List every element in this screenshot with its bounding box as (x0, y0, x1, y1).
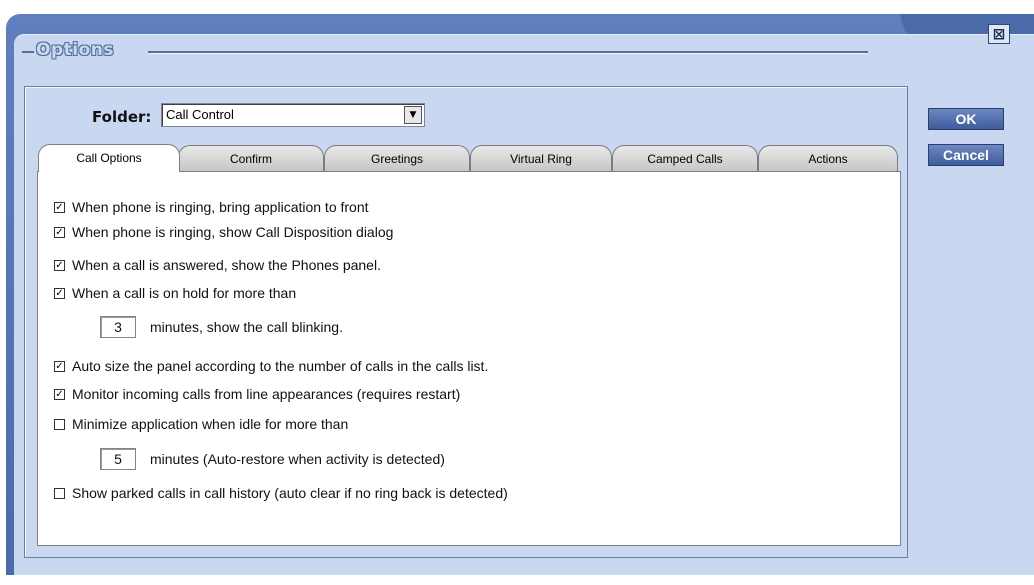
window-bottom-edge (0, 575, 1034, 585)
hold-minutes-input[interactable]: 3 (100, 316, 136, 338)
ring-bring-front-label: When phone is ringing, bring application… (72, 199, 369, 215)
tab-virtual-ring[interactable]: Virtual Ring (470, 145, 612, 171)
tab-camped-calls[interactable]: Camped Calls (612, 145, 758, 171)
option-ring-bring-front[interactable]: ✓ When phone is ringing, bring applicati… (54, 199, 369, 215)
close-button[interactable]: ⊠ (988, 24, 1010, 44)
idle-minutes-label: minutes (Auto-restore when activity is d… (150, 451, 445, 467)
option-monitor-incoming[interactable]: ✓ Monitor incoming calls from line appea… (54, 386, 460, 402)
answered-show-phones-checkbox[interactable]: ✓ (54, 259, 65, 271)
show-parked-label: Show parked calls in call history (auto … (72, 485, 508, 501)
ring-show-disposition-label: When phone is ringing, show Call Disposi… (72, 224, 394, 240)
folder-select[interactable]: Call Control ▼ (161, 103, 425, 127)
idle-minutes-input[interactable]: 5 (100, 448, 136, 470)
hold-more-than-checkbox[interactable]: ✓ (54, 287, 65, 299)
folder-label: Folder: (92, 108, 152, 126)
option-show-parked[interactable]: Show parked calls in call history (auto … (54, 485, 508, 501)
auto-size-label: Auto size the panel according to the num… (72, 358, 489, 374)
tab-greetings[interactable]: Greetings (324, 145, 470, 171)
show-parked-checkbox[interactable] (54, 487, 65, 499)
hold-minutes-row: 3 minutes, show the call blinking. (100, 316, 343, 338)
cancel-button[interactable]: Cancel (928, 144, 1004, 166)
monitor-incoming-label: Monitor incoming calls from line appeara… (72, 386, 461, 402)
ring-show-disposition-checkbox[interactable]: ✓ (54, 226, 65, 238)
hold-minutes-label: minutes, show the call blinking. (150, 319, 343, 335)
ok-button[interactable]: OK (928, 108, 1004, 130)
tab-actions[interactable]: Actions (758, 145, 898, 171)
window-title: Options (36, 40, 114, 60)
option-ring-show-disposition[interactable]: ✓ When phone is ringing, show Call Dispo… (54, 224, 393, 240)
option-auto-size[interactable]: ✓ Auto size the panel according to the n… (54, 358, 488, 374)
title-rule (148, 51, 868, 54)
chevron-down-icon[interactable]: ▼ (404, 106, 422, 124)
hold-more-than-label: When a call is on hold for more than (72, 285, 297, 301)
call-options-panel: ✓ When phone is ringing, bring applicati… (37, 171, 901, 546)
minimize-idle-label: Minimize application when idle for more … (72, 416, 349, 432)
title-dash (22, 51, 34, 53)
answered-show-phones-label: When a call is answered, show the Phones… (72, 257, 381, 273)
tab-call-options[interactable]: Call Options (38, 144, 180, 172)
option-answered-show-phones[interactable]: ✓ When a call is answered, show the Phon… (54, 257, 381, 273)
ring-bring-front-checkbox[interactable]: ✓ (54, 201, 65, 213)
folder-select-value: Call Control (166, 107, 234, 122)
idle-minutes-row: 5 minutes (Auto-restore when activity is… (100, 448, 445, 470)
tab-confirm[interactable]: Confirm (178, 145, 324, 171)
minimize-idle-checkbox[interactable] (54, 418, 65, 430)
option-hold-more-than[interactable]: ✓ When a call is on hold for more than (54, 285, 296, 301)
option-minimize-idle[interactable]: Minimize application when idle for more … (54, 416, 348, 432)
monitor-incoming-checkbox[interactable]: ✓ (54, 388, 65, 400)
close-icon: ⊠ (992, 24, 1006, 43)
auto-size-checkbox[interactable]: ✓ (54, 360, 65, 372)
tab-strip: Call Options Confirm Greetings Virtual R… (38, 144, 898, 172)
